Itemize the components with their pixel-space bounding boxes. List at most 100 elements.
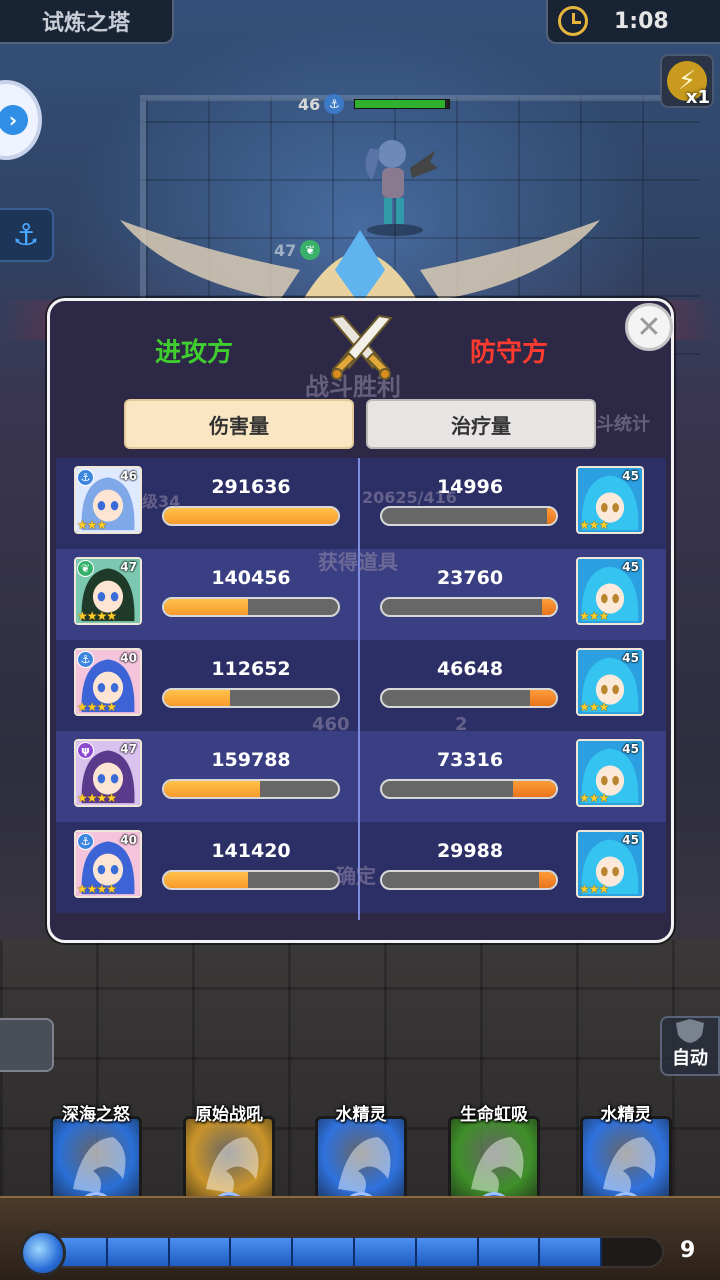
attacker-damage-bar [162,597,340,617]
defender-bar-fill [542,599,556,615]
attacker-bar-fill [164,690,231,706]
defender-level: 45 [622,469,639,483]
attacker-damage-value: 159788 [211,749,291,771]
stats-table: ⚓ 46 ★★★ 291636 14996 45 ★★★ ❦ 47 ★★★★ 140456 23760… [56,458,666,913]
defender-bar-fill [529,690,556,706]
energy-count: 9 [680,1238,696,1263]
attacker-damage-value: 141420 [211,840,291,862]
anchor-icon: ⚓ [77,469,94,486]
tab-healing-label: 治疗量 [451,413,511,438]
energy-segment-divider [353,1238,355,1266]
defender-portrait[interactable]: 45 ★★★ [576,648,644,716]
enemy-hp-bar [354,99,451,109]
attacker-bar-fill [164,599,248,615]
psi-icon: ψ [77,742,94,759]
star-rating: ★★★ [579,518,609,532]
energy-segment-divider [414,1238,417,1266]
left-item-slot[interactable] [0,1018,54,1072]
defender-portrait[interactable]: 45 ★★★ [576,557,644,625]
energy-segment-divider [476,1238,479,1266]
energy-segment-divider [229,1238,232,1266]
close-button[interactable]: ✕ [625,303,673,351]
winged-crystal-emblem [120,220,600,305]
auto-battle-button[interactable]: 自动 [660,1016,720,1076]
attacker-portrait[interactable]: ⚓ 46 ★★★ [74,466,142,534]
star-rating: ★★★★ [77,791,117,805]
leaf-icon: ❦ [77,560,94,577]
defender-level: 45 [622,560,639,574]
table-row: ψ 47 ★★★★ 159788 73316 45 ★★★ [56,731,666,822]
items-title-behind: 获得道具 [318,550,398,574]
defender-level: 45 [622,742,639,756]
energy-segment-divider [600,1238,603,1266]
star-rating: ★★★ [579,882,609,896]
attacker-level: 40 [120,651,137,665]
defender-bar-fill [538,872,556,888]
defender-damage-value: 73316 [436,749,504,771]
star-rating: ★★★★ [77,609,117,623]
defender-damage-value: 23760 [436,567,504,589]
crossed-swords-icon [329,314,393,380]
timer-value: 1:08 [614,8,669,34]
attacker-damage-bar [162,870,340,890]
attacker-damage-bar [162,506,340,526]
anchor-icon: ⚓ [77,833,94,850]
anchor-icon: ⚓ [12,217,40,253]
chevron-right-icon: › [0,105,28,135]
defender-damage-bar [380,870,558,890]
attacker-bar-fill [164,781,260,797]
star-rating: ★★★★ [77,882,117,896]
item1-count-behind: 460 [312,714,350,735]
auto-battle-label: 自动 [672,1048,708,1069]
energy-gem-icon [20,1230,66,1276]
level-text-behind: 级34 [142,492,181,511]
energy-segment-divider [291,1238,294,1266]
energy-bar [42,1236,664,1268]
anchor-icon: ⚓ [77,651,94,668]
shield-icon [676,1019,704,1043]
defender-damage-bar [380,597,558,617]
battle-timer: 1:08 [546,0,720,44]
energy-segment-divider [105,1238,108,1266]
defender-bar-fill [512,781,556,797]
defender-portrait[interactable]: 45 ★★★ [576,466,644,534]
attacker-level: 40 [120,833,137,847]
attacker-portrait[interactable]: ⚓ 40 ★★★★ [74,648,142,716]
attacker-portrait[interactable]: ⚓ 40 ★★★★ [74,830,142,898]
anchor-icon: ⚓ [324,94,345,114]
attacker-bar-fill [164,872,248,888]
attacker-portrait[interactable]: ψ 47 ★★★★ [74,739,142,807]
defender-bar-fill [547,508,556,524]
energy-fill [44,1238,601,1266]
attacker-damage-bar [162,688,340,708]
tab-damage-label: 伤害量 [209,413,269,438]
speed-multiplier: x1 [685,87,710,108]
attacker-level: 47 [120,742,137,756]
attacker-portrait[interactable]: ❦ 47 ★★★★ [74,557,142,625]
energy-segment-divider [167,1238,170,1266]
enemy-hp-fill [355,100,445,108]
enemy-status: 46 ⚓ [298,94,451,114]
skill-name: 水精灵 [600,1105,652,1125]
attacker-damage-value: 291636 [211,476,291,498]
speed-button[interactable]: ⚡ x1 [660,54,714,108]
skill-name: 水精灵 [335,1105,387,1125]
tab-healing[interactable]: 治疗量 [366,399,596,449]
attacker-side-title: 进攻方 [155,338,234,368]
anchor-side-button[interactable]: ⚓ [0,208,54,262]
star-rating: ★★★ [579,791,609,805]
tab-damage[interactable]: 伤害量 [124,399,354,449]
star-rating: ★★★ [579,700,609,714]
star-rating: ★★★ [77,518,107,532]
clock-icon [558,6,588,36]
stage-title-label: 试炼之塔 [41,11,130,36]
enemy-level: 46 [298,94,321,114]
table-divider [358,458,360,920]
defender-portrait[interactable]: 45 ★★★ [576,739,644,807]
stats-button-behind: 斗统计 [596,414,650,435]
defender-damage-bar [380,779,558,799]
defender-portrait[interactable]: 45 ★★★ [576,830,644,898]
exp-text-behind: 20625/416 [362,488,457,507]
skill-name: 深海之怒 [62,1105,130,1125]
defender-damage-bar [380,506,558,526]
